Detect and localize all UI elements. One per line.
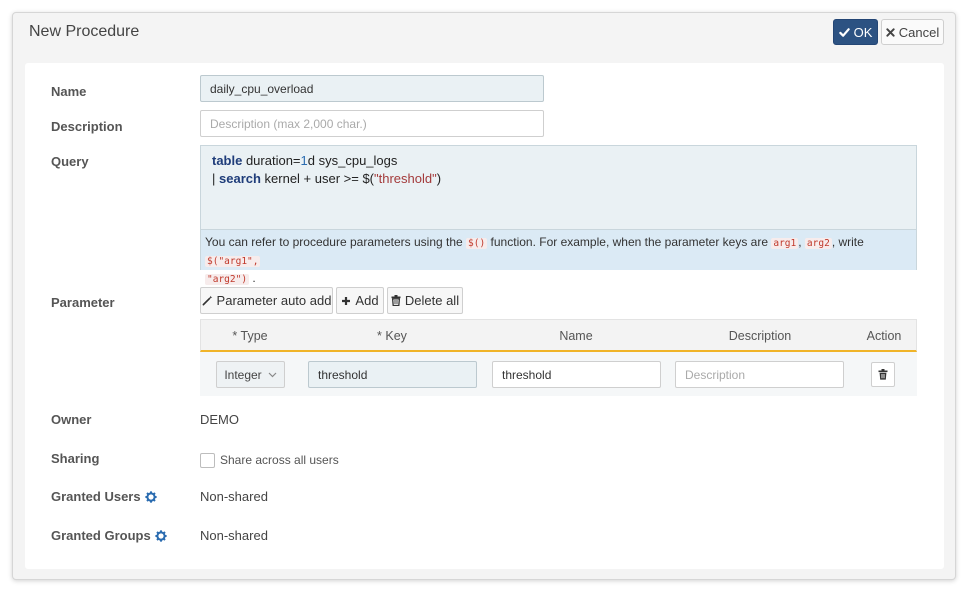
parameter-name-input[interactable]: threshold <box>492 361 661 388</box>
query-string: "threshold" <box>374 171 437 186</box>
hint-text: , write <box>831 235 864 249</box>
chevron-down-icon <box>268 372 277 377</box>
parameter-key-input[interactable]: threshold <box>308 361 477 388</box>
parameter-type-value: Integer <box>224 367 262 382</box>
query-keyword-search: search <box>219 171 261 186</box>
column-header-action: Action <box>866 328 902 343</box>
procedure-form: Name daily_cpu_overload Description Desc… <box>25 63 944 569</box>
close-icon <box>886 27 895 37</box>
hint-text: . <box>249 271 256 285</box>
hint-code: $("arg1", <box>205 256 261 267</box>
add-parameter-button[interactable]: Add <box>336 287 384 314</box>
name-input[interactable]: daily_cpu_overload <box>200 75 544 102</box>
query-text: | <box>212 171 219 186</box>
granted-users-value: Non-shared <box>200 489 268 504</box>
name-label: Name <box>51 84 87 99</box>
cancel-button[interactable]: Cancel <box>881 19 944 45</box>
parameter-type-select[interactable]: Integer <box>216 361 285 388</box>
delete-all-parameters-button[interactable]: Delete all <box>387 287 463 314</box>
ok-button[interactable]: OK <box>833 19 878 45</box>
check-icon <box>838 27 850 37</box>
column-header-key: * Key <box>377 328 407 343</box>
gear-icon[interactable] <box>144 490 157 503</box>
query-text: duration= <box>242 153 301 168</box>
granted-users-text: Granted Users <box>51 489 141 504</box>
query-text: ) <box>436 171 442 186</box>
parameter-description-input[interactable]: Description <box>675 361 844 388</box>
owner-label: Owner <box>51 412 92 427</box>
query-label: Query <box>51 154 89 169</box>
hint-text: , <box>798 235 805 249</box>
hint-code: "arg2") <box>205 274 250 285</box>
ok-label: OK <box>853 24 873 40</box>
parameter-label: Parameter <box>51 295 115 310</box>
granted-users-label: Granted Users <box>51 489 157 504</box>
query-text: kernel + user >= $( <box>260 171 375 186</box>
trash-icon <box>391 295 401 306</box>
query-editor[interactable]: table duration=1d sys_cpu_logs | search … <box>200 145 917 285</box>
sharing-label: Sharing <box>51 451 100 466</box>
new-procedure-dialog: New Procedure OK Cancel Name daily_cpu_o… <box>12 12 956 580</box>
granted-groups-value: Non-shared <box>200 528 268 543</box>
hint-text: function. For example, when the paramete… <box>487 235 772 249</box>
query-code: table duration=1d sys_cpu_logs | search … <box>212 152 441 188</box>
parameter-auto-add-button[interactable]: Parameter auto add <box>200 287 333 314</box>
owner-value: DEMO <box>200 412 239 427</box>
share-all-users-checkbox[interactable] <box>200 453 215 468</box>
plus-icon <box>342 296 351 305</box>
trash-icon <box>878 369 888 380</box>
dialog-title: New Procedure <box>29 23 140 40</box>
magic-wand-icon <box>202 295 212 306</box>
parameter-auto-add-label: Parameter auto add <box>216 293 332 308</box>
granted-groups-label: Granted Groups <box>51 528 167 543</box>
description-input[interactable]: Description (max 2,000 char.) <box>200 110 544 137</box>
delete-parameter-button[interactable] <box>871 362 895 387</box>
hint-code: arg2 <box>804 238 832 249</box>
query-hint: You can refer to procedure parameters us… <box>201 229 916 285</box>
hint-text: You can refer to procedure parameters us… <box>205 235 467 249</box>
query-text: d sys_cpu_logs <box>307 153 398 168</box>
add-parameter-label: Add <box>355 293 379 308</box>
column-header-description: Description <box>728 328 792 343</box>
description-label: Description <box>51 119 123 134</box>
column-header-name: Name <box>559 328 593 343</box>
delete-all-label: Delete all <box>404 293 460 308</box>
cancel-label: Cancel <box>898 24 940 40</box>
column-header-type: * Type <box>232 328 268 343</box>
granted-groups-text: Granted Groups <box>51 528 151 543</box>
query-number: 1 <box>300 153 308 168</box>
share-all-users-label[interactable]: Share across all users <box>220 453 339 468</box>
hint-code: $() <box>466 238 488 249</box>
query-keyword-table: table <box>212 153 243 168</box>
hint-code: arg1 <box>771 238 799 249</box>
table-row: Integer threshold threshold Description <box>200 352 917 396</box>
gear-icon[interactable] <box>155 529 167 542</box>
parameter-table-header: * Type * Key Name Description Action <box>200 319 917 352</box>
